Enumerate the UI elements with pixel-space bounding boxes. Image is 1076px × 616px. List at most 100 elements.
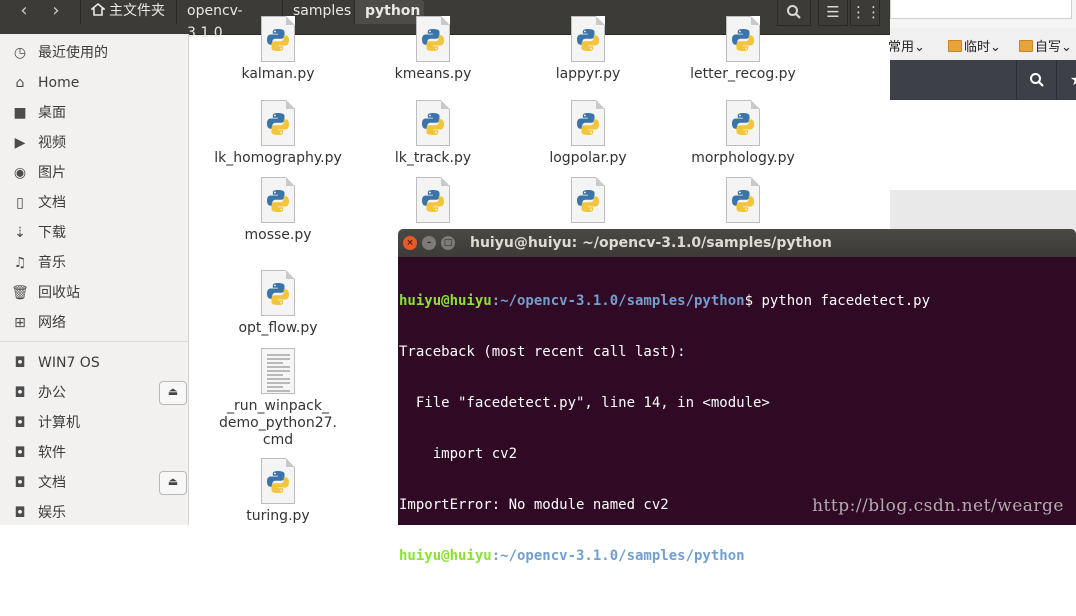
desktop-folder-icon: ■ xyxy=(13,105,27,121)
address-bar[interactable] xyxy=(890,0,1072,19)
python-file-icon xyxy=(261,16,295,62)
python-file-icon xyxy=(261,270,295,316)
file-name: lk_homography.py xyxy=(214,150,342,166)
python-logo-icon xyxy=(267,29,289,51)
file-item[interactable]: lappyr.py xyxy=(508,16,668,83)
file-name: morphology.py xyxy=(691,150,795,166)
site-search-button[interactable] xyxy=(1016,60,1057,100)
site-nav-bar: ★ xyxy=(890,60,1076,100)
file-item[interactable]: kalman.py xyxy=(198,16,358,83)
file-item[interactable] xyxy=(508,177,668,227)
sidebar-item-6[interactable]: ▯ 文档 xyxy=(0,188,188,218)
file-item[interactable]: mosse.py xyxy=(198,177,358,244)
sidebar-item-label: 网络 xyxy=(38,315,66,331)
bookmark-folder-changyong[interactable]: 常用⌄ xyxy=(888,36,925,55)
python-file-icon xyxy=(416,177,450,223)
star-button[interactable]: ★ xyxy=(1056,60,1076,100)
sidebar-item-label: Home xyxy=(38,75,80,91)
sidebar-item-16[interactable]: ◘ 娱乐 xyxy=(0,498,188,525)
sidebar-item-9[interactable]: 🗑 回收站 xyxy=(0,278,188,308)
prompt-symbol: $ xyxy=(744,293,762,309)
file-item[interactable]: letter_recog.py xyxy=(663,16,823,83)
sidebar-item-15[interactable]: ◘ 文档 ⏏ xyxy=(0,468,188,498)
grid-view-button[interactable]: ⋮⋮ xyxy=(850,0,881,26)
sidebar-item-label: 文档 xyxy=(38,475,66,491)
file-item[interactable]: logpolar.py xyxy=(508,100,668,167)
sidebar-item-7[interactable]: ⇣ 下载 xyxy=(0,218,188,248)
sidebar-item-11[interactable]: ◘ WIN7 OS xyxy=(0,348,188,378)
minimize-icon: – xyxy=(426,238,432,248)
python-logo-icon xyxy=(267,113,289,135)
python-file-icon xyxy=(726,16,760,62)
eject-button[interactable]: ⏏ xyxy=(159,381,187,405)
folder-icon xyxy=(1019,40,1033,52)
file-name: logpolar.py xyxy=(549,150,627,166)
bookmarks-bar: 常用⌄ 临时⌄ 自写⌄ xyxy=(888,28,1076,60)
sidebar-item-label: 视频 xyxy=(38,135,66,151)
text-cursor xyxy=(761,548,770,563)
breadcrumb-home[interactable]: 主文件夹 xyxy=(80,0,176,24)
sidebar-item-label: 软件 xyxy=(38,445,66,461)
file-name: turing.py xyxy=(246,508,310,524)
python-logo-icon xyxy=(267,283,289,305)
file-item[interactable]: lk_track.py xyxy=(353,100,513,167)
maximize-button[interactable]: □ xyxy=(441,236,455,250)
minimize-button[interactable]: – xyxy=(422,236,436,250)
python-file-icon xyxy=(261,177,295,223)
sidebar-item-12[interactable]: ◘ 办公 ⏏ xyxy=(0,378,188,408)
file-item[interactable]: kmeans.py xyxy=(353,16,513,83)
bookmark-folder-linshi[interactable]: 临时⌄ xyxy=(948,36,1001,55)
python-logo-icon xyxy=(732,113,754,135)
terminal-title: huiyu@huiyu: ~/opencv-3.1.0/samples/pyth… xyxy=(470,235,832,251)
file-item[interactable]: turing.py xyxy=(198,458,358,525)
python-file-icon xyxy=(571,177,605,223)
text-file-icon xyxy=(261,348,295,394)
sidebar-item-label: 音乐 xyxy=(38,255,66,271)
sidebar-item-13[interactable]: ◘ 计算机 xyxy=(0,408,188,438)
file-item[interactable]: morphology.py xyxy=(663,100,823,167)
sidebar-item-8[interactable]: ♫ 音乐 xyxy=(0,248,188,278)
sidebar-item-5[interactable]: ◉ 图片 xyxy=(0,158,188,188)
sidebar-item-label: 桌面 xyxy=(38,105,66,121)
file-item[interactable] xyxy=(663,177,823,227)
close-button[interactable]: × xyxy=(403,236,417,250)
file-name: lk_track.py xyxy=(394,150,472,166)
camera-icon: ◉ xyxy=(13,165,27,181)
python-file-icon xyxy=(261,100,295,146)
file-name: kmeans.py xyxy=(394,66,472,82)
file-name: lappyr.py xyxy=(555,66,621,82)
file-item[interactable]: opt_flow.py xyxy=(198,270,358,337)
prompt-symbol: $ xyxy=(744,548,762,564)
sidebar-item-4[interactable]: ▶ 视频 xyxy=(0,128,188,158)
drive-icon: ◘ xyxy=(14,445,26,461)
sidebar-item-3[interactable]: ■ 桌面 xyxy=(0,98,188,128)
chevron-left-icon: ‹ xyxy=(20,0,28,21)
network-icon: ⊞ xyxy=(14,315,26,331)
sidebar-item-14[interactable]: ◘ 软件 xyxy=(0,438,188,468)
file-name: opt_flow.py xyxy=(238,320,318,336)
file-name: kalman.py xyxy=(241,66,315,82)
python-logo-icon xyxy=(577,29,599,51)
command-text: python facedetect.py xyxy=(761,293,931,309)
sidebar-item-label: 回收站 xyxy=(38,285,80,301)
forward-button[interactable]: › xyxy=(40,0,72,24)
terminal-output[interactable]: huiyu@huiyu:~/opencv-3.1.0/samples/pytho… xyxy=(398,257,1076,564)
python-logo-icon xyxy=(732,29,754,51)
python-file-icon xyxy=(416,100,450,146)
file-item[interactable]: lk_homography.py xyxy=(198,100,358,167)
sidebar-item-10[interactable]: ⊞ 网络 xyxy=(0,308,188,338)
file-name: _run_winpack_ demo_python27. cmd xyxy=(219,398,337,448)
python-file-icon xyxy=(571,100,605,146)
eject-button[interactable]: ⏏ xyxy=(159,471,187,495)
star-icon: ★ xyxy=(1070,70,1076,89)
back-button[interactable]: ‹ xyxy=(8,0,40,24)
sidebar-item-2[interactable]: ⌂ Home xyxy=(0,68,188,98)
bookmark-folder-zixie[interactable]: 自写⌄ xyxy=(1019,36,1072,55)
file-item[interactable]: _run_winpack_ demo_python27. cmd xyxy=(198,348,358,449)
sidebar-item-1[interactable]: ◷ 最近使用的 xyxy=(0,38,188,68)
python-logo-icon xyxy=(732,190,754,212)
document-icon xyxy=(261,348,295,394)
terminal-line: huiyu@huiyu:~/opencv-3.1.0/samples/pytho… xyxy=(399,293,1076,310)
python-file-icon xyxy=(726,177,760,223)
drive-icon: ◘ xyxy=(14,475,26,491)
